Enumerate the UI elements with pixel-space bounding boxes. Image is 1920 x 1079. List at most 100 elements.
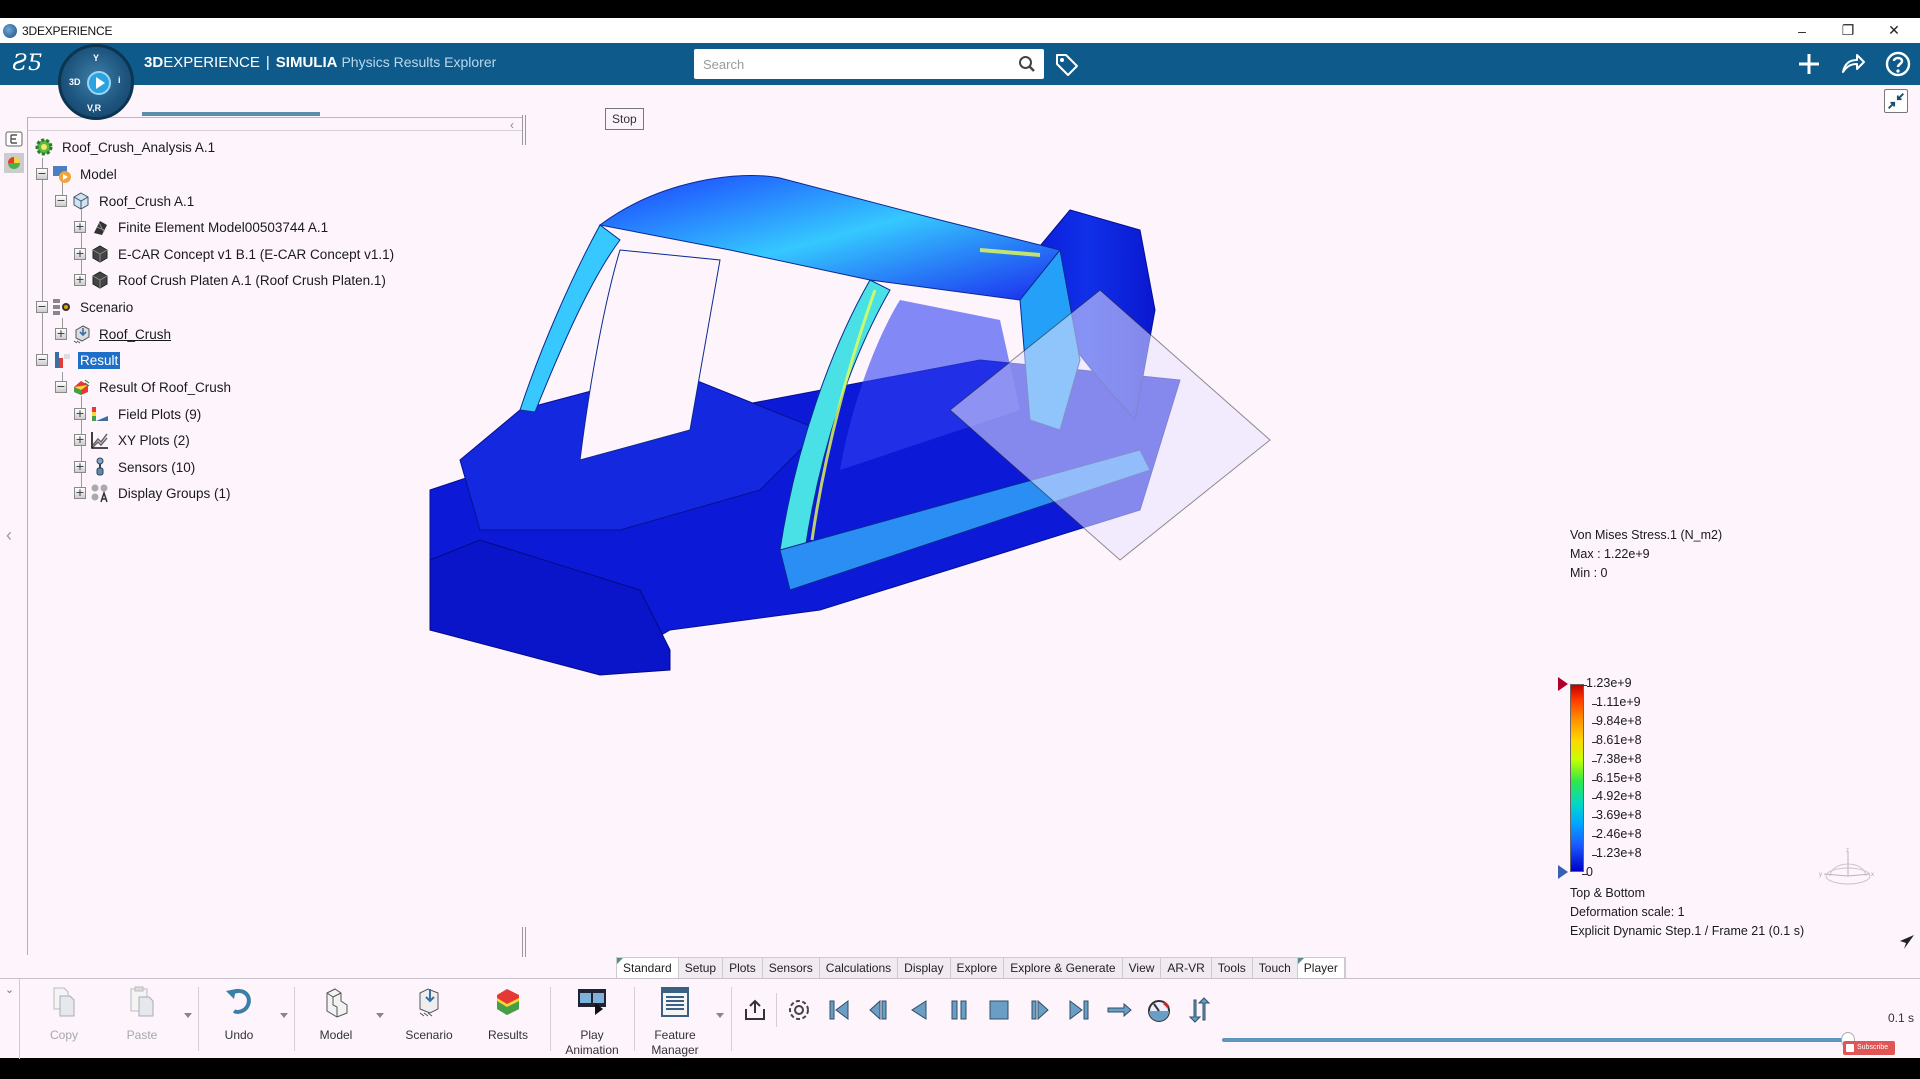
collapse-toggle[interactable]: − xyxy=(55,381,67,393)
settings-icon[interactable] xyxy=(786,997,812,1023)
restore-button[interactable]: ❐ xyxy=(1826,18,1870,43)
paste-icon xyxy=(130,986,154,1017)
ds-logo-icon[interactable]: ƧƼ xyxy=(12,49,48,79)
tab-display[interactable]: Display xyxy=(898,958,951,978)
expand-toggle[interactable]: + xyxy=(74,461,86,473)
undo-button[interactable]: Undo xyxy=(204,985,274,1043)
expand-action-bar-icon[interactable]: ⌄ xyxy=(0,979,20,1059)
expand-toggle[interactable]: + xyxy=(74,274,86,286)
tree-node-display-groups[interactable]: + Display Groups (1) xyxy=(74,482,233,504)
play-backward-icon[interactable] xyxy=(906,997,932,1023)
expand-toggle[interactable]: + xyxy=(55,328,67,340)
tree-node-field-plots[interactable]: + Field Plots (9) xyxy=(74,403,203,425)
close-button[interactable]: ✕ xyxy=(1872,18,1916,43)
tag-icon[interactable] xyxy=(1054,52,1080,78)
tree-node-sensors[interactable]: + Sensors (10) xyxy=(74,456,197,478)
tree-node-root[interactable]: Roof_Crush_Analysis A.1 xyxy=(34,136,217,158)
sensor-icon xyxy=(96,457,104,476)
model-dropdown-icon[interactable] xyxy=(376,1013,384,1018)
tree-node-fem[interactable]: + Finite Element Model00503744 A.1 xyxy=(74,216,330,238)
tree-node-result-of-roof-crush[interactable]: − Result Of Roof_Crush xyxy=(55,376,233,398)
expand-toggle[interactable]: + xyxy=(74,221,86,233)
tab-plots[interactable]: Plots xyxy=(723,958,763,978)
jump-to-start-icon[interactable] xyxy=(826,997,852,1023)
paste-dropdown-icon[interactable] xyxy=(184,1013,192,1018)
subscribe-badge[interactable]: Subscribe xyxy=(1843,1041,1895,1055)
tab-standard[interactable]: Standard xyxy=(617,958,679,978)
tree-node-ecar[interactable]: + E-CAR Concept v1 B.1 (E-CAR Concept v1… xyxy=(74,243,396,265)
expand-toggle[interactable]: + xyxy=(74,434,86,446)
tree-node-roof-crush[interactable]: + Roof_Crush xyxy=(55,323,173,345)
results-button[interactable]: Results xyxy=(473,985,543,1043)
product-cube-icon xyxy=(73,192,89,210)
expand-toggle[interactable]: + xyxy=(74,408,86,420)
search-box[interactable] xyxy=(694,49,1044,79)
action-bar-tabs: Standard Setup Plots Sensors Calculations Dis… xyxy=(616,957,1346,978)
tab-explore[interactable]: Explore xyxy=(951,958,1005,978)
export-icon[interactable] xyxy=(742,997,768,1023)
legend-footer: Top & Bottom Deformation scale: 1 Explic… xyxy=(1570,886,1804,943)
minimize-panel-icon[interactable] xyxy=(1884,89,1908,113)
tree-node-platen[interactable]: + Roof Crush Platen A.1 (Roof Crush Plat… xyxy=(74,269,388,291)
axis-triad-icon[interactable]: z x y xyxy=(1818,846,1878,896)
step-back-icon[interactable] xyxy=(866,997,892,1023)
expand-toggle[interactable]: + xyxy=(74,487,86,499)
copy-button[interactable]: Copy xyxy=(29,985,99,1043)
tab-view[interactable]: View xyxy=(1123,958,1162,978)
feature-manager-icon xyxy=(661,987,689,1017)
tab-tools[interactable]: Tools xyxy=(1212,958,1253,978)
compass-widget[interactable]: Y 3D i V,R xyxy=(58,44,134,120)
legend-tick-label: 3.69e+8 xyxy=(1592,808,1642,827)
tree-view-icon[interactable] xyxy=(4,129,24,149)
play-animation-button[interactable]: Play Animation xyxy=(557,985,627,1058)
jump-to-end-icon[interactable] xyxy=(1066,997,1092,1023)
compass-play-icon[interactable] xyxy=(87,71,111,95)
share-icon[interactable] xyxy=(1839,50,1867,78)
search-input[interactable] xyxy=(694,49,994,79)
minimize-button[interactable]: – xyxy=(1780,18,1824,43)
tab-calculations[interactable]: Calculations xyxy=(820,958,899,978)
app-name: SIMULIA xyxy=(275,54,338,71)
model-label: Model xyxy=(319,1028,353,1042)
tree-node-model[interactable]: − Model xyxy=(36,163,119,185)
collapse-toggle[interactable]: − xyxy=(55,195,67,207)
expand-left-chevron-icon[interactable]: ‹ xyxy=(6,525,12,546)
undo-dropdown-icon[interactable] xyxy=(280,1013,288,1018)
sort-icon[interactable] xyxy=(1186,997,1212,1023)
tree-node-scenario[interactable]: − Scenario xyxy=(36,296,135,318)
stop-icon[interactable] xyxy=(986,997,1012,1023)
3d-viewer-car-model[interactable] xyxy=(420,130,1400,730)
tab-sensors[interactable]: Sensors xyxy=(763,958,820,978)
collapse-toggle[interactable]: − xyxy=(36,168,48,180)
tab-explore-generate[interactable]: Explore & Generate xyxy=(1004,958,1123,978)
feature-manager-dropdown-icon[interactable] xyxy=(716,1013,724,1018)
panel-splitter-bottom[interactable] xyxy=(522,927,526,957)
step-forward-icon[interactable] xyxy=(1026,997,1052,1023)
paste-button[interactable]: Paste xyxy=(107,985,177,1043)
tree-node-result[interactable]: − Result xyxy=(36,349,121,371)
results-view-icon[interactable] xyxy=(4,153,24,173)
loop-mode-icon[interactable] xyxy=(1106,997,1132,1023)
tab-player[interactable]: Player xyxy=(1297,958,1345,978)
plus-icon[interactable] xyxy=(1795,50,1823,78)
help-icon[interactable] xyxy=(1884,50,1912,78)
expand-toggle[interactable]: + xyxy=(74,248,86,260)
speed-icon[interactable] xyxy=(1146,997,1172,1023)
legend-min-marker-icon[interactable] xyxy=(1558,865,1568,879)
results-contour-icon xyxy=(497,989,519,1015)
feature-manager-button[interactable]: Feature Manager xyxy=(640,985,710,1058)
tab-ar-vr[interactable]: AR-VR xyxy=(1161,958,1212,978)
tree-node-roof-crush-a1[interactable]: − Roof_Crush A.1 xyxy=(55,190,196,212)
pause-icon[interactable] xyxy=(946,997,972,1023)
legend-max-marker-icon[interactable] xyxy=(1558,677,1568,691)
tree-node-xy-plots[interactable]: + XY Plots (2) xyxy=(74,429,192,451)
tab-touch[interactable]: Touch xyxy=(1253,958,1298,978)
scenario-button[interactable]: Scenario xyxy=(394,985,464,1043)
legend-tick-label: 6.15e+8 xyxy=(1592,771,1642,790)
animation-timeline-slider[interactable] xyxy=(1222,1032,1855,1048)
collapse-toggle[interactable]: − xyxy=(36,354,48,366)
model-button[interactable]: Model xyxy=(301,985,371,1043)
search-icon[interactable] xyxy=(1018,55,1036,73)
collapse-toggle[interactable]: − xyxy=(36,301,48,313)
tab-setup[interactable]: Setup xyxy=(679,958,724,978)
